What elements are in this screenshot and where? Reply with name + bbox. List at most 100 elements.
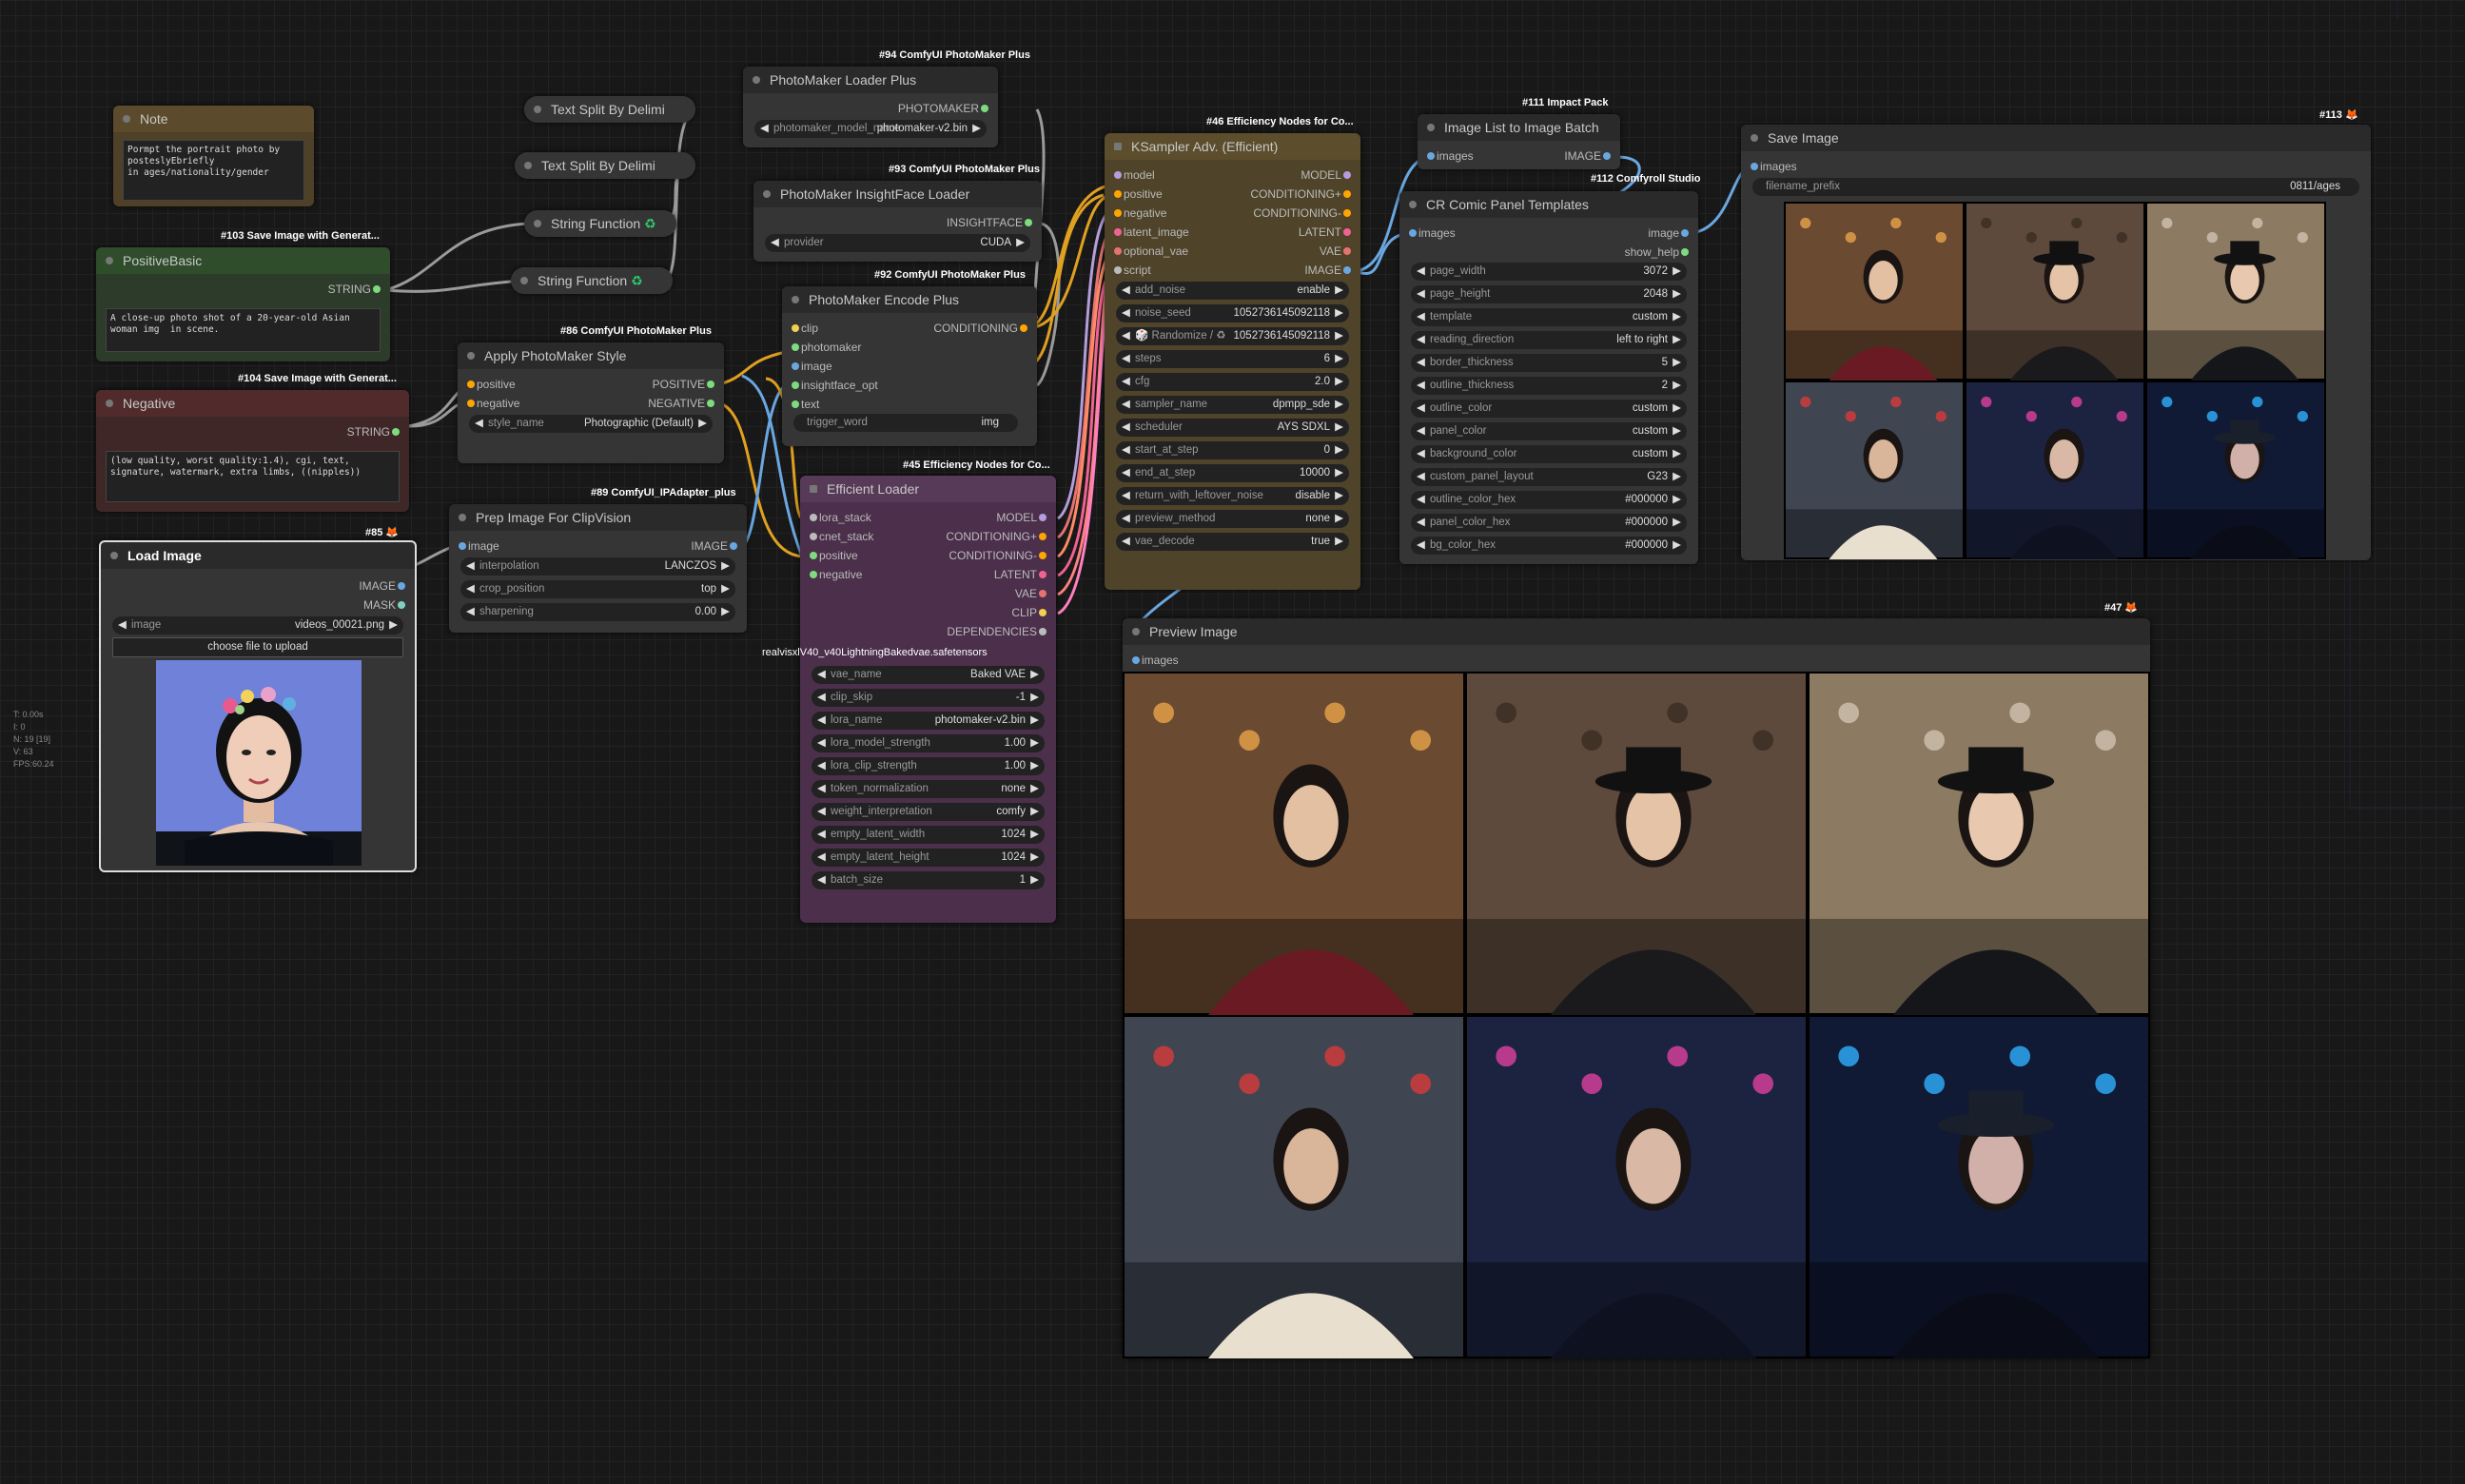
interpolation-select[interactable]: ◀ interpolation LANCZOS ▶ [460,557,735,576]
collapse-dot[interactable] [1427,124,1435,131]
output-show-help[interactable]: show_help [1625,243,1690,262]
arrow-right-icon[interactable]: ▶ [1335,487,1343,505]
widget-clip-skip[interactable]: ◀ clip_skip -1 ▶ [812,689,1045,707]
sharpening-number[interactable]: ◀ sharpening 0.00 ▶ [460,603,735,621]
arrow-left-icon[interactable]: ◀ [817,757,826,775]
output-conditioning-pos[interactable]: CONDITIONING+ [1250,185,1351,204]
upload-button[interactable]: choose file to upload [112,637,403,657]
widget-template[interactable]: ◀ template custom ▶ [1411,308,1687,326]
negative-textarea[interactable]: (low quality, worst quality:1.4), cgi, t… [106,451,400,502]
arrow-left-icon[interactable]: ◀ [475,415,483,433]
arrow-right-icon[interactable]: ▶ [1673,331,1681,349]
widget-page-width[interactable]: ◀ page_width 3072 ▶ [1411,263,1687,281]
output-conditioning-pos[interactable]: CONDITIONING+ [946,527,1047,546]
arrow-right-icon[interactable]: ▶ [1030,757,1039,775]
output-insightface[interactable]: INSIGHTFACE [947,213,1033,232]
arrow-left-icon[interactable]: ◀ [1417,308,1425,326]
arrow-left-icon[interactable]: ◀ [1417,331,1425,349]
arrow-right-icon[interactable]: ▶ [1030,871,1039,889]
arrow-left-icon[interactable]: ◀ [817,803,826,821]
arrow-left-icon[interactable]: ◀ [1122,373,1130,391]
input-image[interactable]: image [459,537,499,556]
collapse-dot[interactable] [110,552,118,559]
arrow-left-icon[interactable]: ◀ [760,120,769,138]
input-clip[interactable]: clip [792,319,818,338]
node-header[interactable]: String Function ♻ [524,210,676,237]
arrow-right-icon[interactable]: ▶ [1335,396,1343,414]
output-image[interactable]: image [1648,224,1689,243]
arrow-right-icon[interactable]: ▶ [1673,514,1681,532]
arrow-left-icon[interactable]: ◀ [1122,464,1130,482]
arrow-left-icon[interactable]: ◀ [817,780,826,798]
widget-lora-clip-strength[interactable]: ◀ lora_clip_strength 1.00 ▶ [812,757,1045,775]
collapse-dot[interactable] [520,277,528,284]
input-text[interactable]: text [792,395,819,414]
arrow-right-icon[interactable]: ▶ [698,415,707,433]
arrow-right-icon[interactable]: ▶ [1673,491,1681,509]
arrow-left-icon[interactable]: ◀ [1417,537,1425,555]
collapse-dot[interactable] [1409,201,1417,208]
widget-steps[interactable]: ◀ steps 6 ▶ [1116,350,1349,368]
arrow-right-icon[interactable]: ▶ [1030,712,1039,730]
widget-border-thickness[interactable]: ◀ border_thickness 5 ▶ [1411,354,1687,372]
arrow-right-icon[interactable]: ▶ [1335,533,1343,551]
widget-noise-seed[interactable]: ◀ noise_seed 1052736145092118 ▶ [1116,304,1349,322]
arrow-right-icon[interactable]: ▶ [1335,373,1343,391]
comic-panel-node[interactable]: CR Comic Panel Templates images image sh… [1399,191,1698,564]
image-list-batch-node[interactable]: Image List to Image Batch images IMAGE [1418,114,1620,169]
widget-end-at-step[interactable]: ◀ end_at_step 10000 ▶ [1116,464,1349,482]
node-header[interactable]: Negative [96,390,409,417]
arrow-right-icon[interactable]: ▶ [1673,445,1681,463]
arrow-left-icon[interactable]: ◀ [466,557,475,576]
apply-style-node[interactable]: Apply PhotoMaker Style positive negative… [458,342,724,463]
collapse-dot[interactable] [534,106,541,113]
output-negative[interactable]: NEGATIVE [648,394,714,413]
arrow-right-icon[interactable]: ▶ [1673,308,1681,326]
output-clip[interactable]: CLIP [1011,603,1047,622]
text-split-node-2[interactable]: Text Split By Delimi [515,152,695,179]
efficient-loader-node[interactable]: Efficient Loader lora_stack cnet_stack p… [762,476,1056,923]
output-vae[interactable]: VAE [1015,584,1047,603]
input-lora-stack[interactable]: lora_stack [810,508,871,527]
output-string[interactable]: STRING [347,422,401,441]
widget-panel-color[interactable]: ◀ panel_color custom ▶ [1411,422,1687,440]
node-header[interactable]: PhotoMaker Loader Plus [743,67,998,93]
arrow-left-icon[interactable]: ◀ [1417,377,1425,395]
widget-empty-latent-width[interactable]: ◀ empty_latent_width 1024 ▶ [812,826,1045,844]
node-header[interactable]: PositiveBasic [96,247,390,274]
arrow-right-icon[interactable]: ▶ [1335,282,1343,300]
output-image[interactable]: IMAGE [1304,261,1351,280]
collapse-dot[interactable] [524,162,532,169]
node-header[interactable]: Efficient Loader [800,476,1056,502]
arrow-right-icon[interactable]: ▶ [721,603,730,621]
collapse-dot[interactable] [1114,143,1122,150]
arrow-right-icon[interactable]: ▶ [1673,285,1681,303]
widget-custom-panel-layout[interactable]: ◀ custom_panel_layout G23 ▶ [1411,468,1687,486]
arrow-right-icon[interactable]: ▶ [721,580,730,598]
widget-vae-decode[interactable]: ◀ vae_decode true ▶ [1116,533,1349,551]
collapse-dot[interactable] [1751,134,1758,142]
input-images[interactable]: images [1409,224,1456,243]
output-conditioning-neg[interactable]: CONDITIONING- [1253,204,1351,223]
load-image-node[interactable]: Load Image IMAGE MASK ◀ image videos_00021… [99,540,417,872]
ksampler-node[interactable]: KSampler Adv. (Efficient) model positive… [1105,133,1360,590]
input-images[interactable]: images [1751,157,1797,176]
output-model[interactable]: MODEL [996,508,1047,527]
input-images[interactable]: images [1427,146,1474,166]
output-model[interactable]: MODEL [1301,166,1351,185]
node-header[interactable]: Text Split By Delimi [515,152,695,179]
widget-panel-color-hex[interactable]: ◀ panel_color_hex #000000 ▶ [1411,514,1687,532]
arrow-right-icon[interactable]: ▶ [972,120,981,138]
arrow-left-icon[interactable]: ◀ [1417,285,1425,303]
collapse-dot[interactable] [106,257,113,264]
collapse-dot[interactable] [792,296,799,303]
input-script[interactable]: script [1114,261,1151,280]
output-dependencies[interactable]: DEPENDENCIES [947,622,1047,641]
ckpt-name-label[interactable]: realvisxlV40_v40LightningBakedvae.safete… [762,643,988,662]
collapse-dot[interactable] [534,220,541,227]
input-image[interactable]: image [792,357,832,376]
node-header[interactable]: Image List to Image Batch [1418,114,1620,141]
collapse-dot[interactable] [1132,628,1140,635]
arrow-right-icon[interactable]: ▶ [1030,780,1039,798]
arrow-left-icon[interactable]: ◀ [1417,263,1425,281]
